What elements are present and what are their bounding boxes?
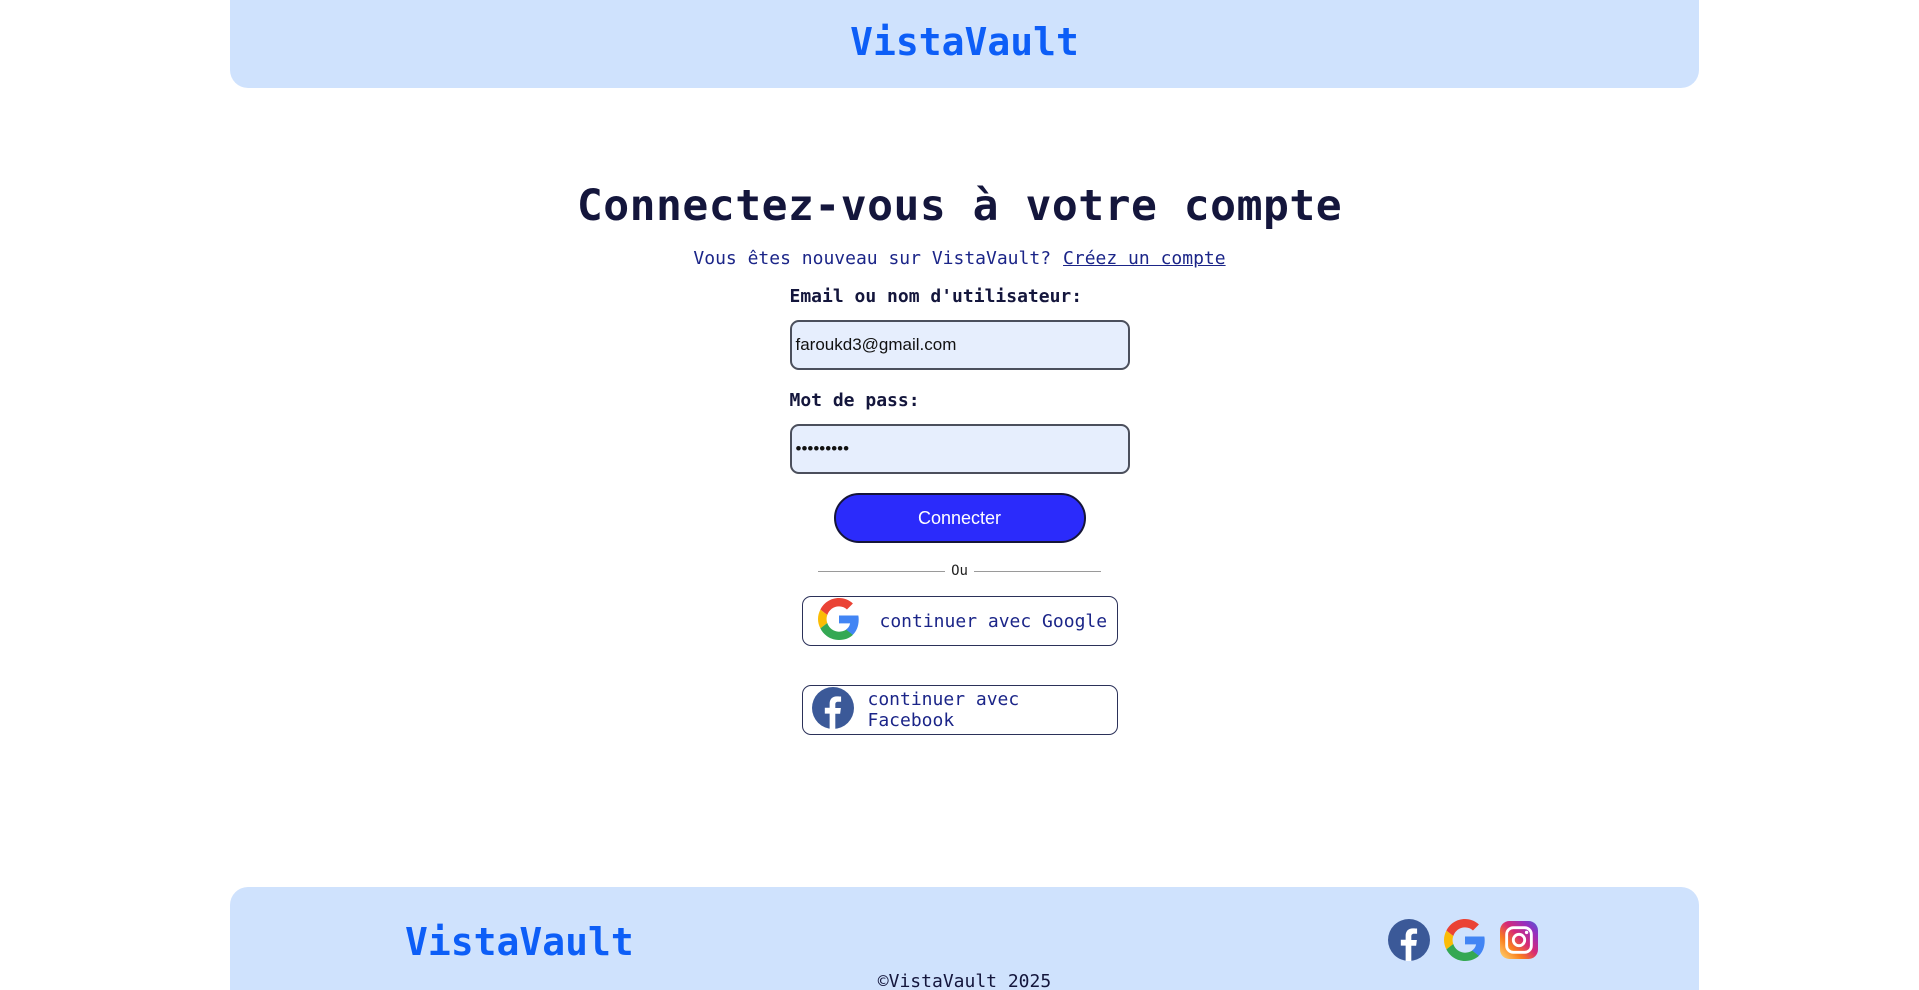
facebook-login-button[interactable]: continuer avec Facebook bbox=[801, 685, 1118, 735]
password-value: ••••••••• bbox=[795, 439, 850, 458]
email-label: Email ou nom d'utilisateur: bbox=[789, 286, 1083, 307]
create-account-link[interactable]: Créez un compte bbox=[1063, 248, 1226, 269]
facebook-button-label: continuer avec Facebook bbox=[867, 689, 1020, 731]
connect-button[interactable]: Connecter bbox=[833, 493, 1086, 543]
divider-text: Ou bbox=[951, 563, 968, 579]
facebook-icon bbox=[811, 686, 854, 734]
google-icon bbox=[817, 597, 860, 645]
instagram-icon[interactable] bbox=[1500, 921, 1538, 959]
login-section: Connectez-vous à votre compte Vous êtes … bbox=[0, 176, 1919, 735]
copyright-text: ©VistaVault_2025 bbox=[877, 971, 1052, 990]
site-header: VistaVault bbox=[230, 0, 1699, 88]
google-button-label: continuer avec Google bbox=[879, 610, 1108, 632]
site-footer: VistaVault ©VistaVault_2025 bbox=[230, 887, 1699, 990]
login-page: VistaVault Connectez-vous à votre compte… bbox=[0, 0, 1919, 990]
footer-social-icons bbox=[1388, 919, 1552, 961]
password-label: Mot de pass: bbox=[789, 390, 920, 411]
or-divider: Ou bbox=[818, 563, 1102, 579]
signup-prompt-text: Vous êtes nouveau sur VistaVault? bbox=[693, 248, 1052, 269]
submit-wrapper: Connecter bbox=[790, 493, 1130, 543]
divider-line-left bbox=[818, 570, 946, 572]
page-title: Connectez-vous à votre compte bbox=[576, 181, 1343, 231]
email-field[interactable]: faroukd3@gmail.com bbox=[789, 320, 1130, 370]
password-field[interactable]: ••••••••• bbox=[789, 424, 1130, 474]
signup-prompt: Vous êtes nouveau sur VistaVault? Créez u… bbox=[693, 246, 1225, 272]
footer-brand[interactable]: VistaVault bbox=[405, 920, 634, 964]
divider-line-right bbox=[973, 570, 1102, 572]
google-icon[interactable] bbox=[1444, 919, 1486, 961]
email-value: faroukd3@gmail.com bbox=[795, 335, 957, 354]
header-brand[interactable]: VistaVault bbox=[850, 20, 1079, 64]
google-login-button[interactable]: continuer avec Google bbox=[801, 596, 1118, 646]
login-form: Email ou nom d'utilisateur: faroukd3@gma… bbox=[789, 284, 1130, 543]
facebook-icon[interactable] bbox=[1388, 919, 1430, 961]
